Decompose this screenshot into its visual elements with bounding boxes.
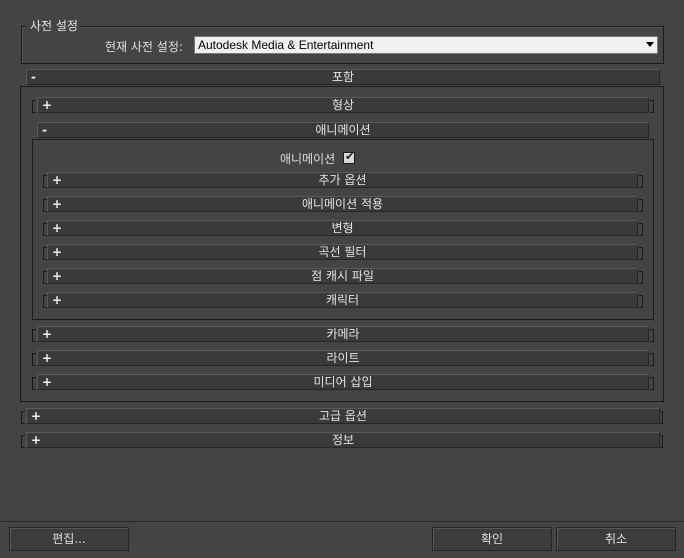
checkmark-icon: ✔ bbox=[345, 150, 355, 163]
rollout-title: 정보 bbox=[331, 433, 355, 447]
cancel-button[interactable]: 취소 bbox=[556, 527, 676, 551]
bracket-left bbox=[32, 329, 36, 342]
rollout-character[interactable]: + 캐릭터 bbox=[47, 292, 638, 308]
rollout-advanced-options[interactable]: + 고급 옵션 bbox=[26, 408, 660, 424]
rollout-embed-media[interactable]: + 미디어 삽입 bbox=[37, 374, 649, 390]
rollout-title: 곡선 필터 bbox=[318, 245, 367, 259]
chevron-down-icon[interactable] bbox=[646, 42, 654, 47]
bracket-left bbox=[32, 377, 36, 390]
rollout-bake-animation[interactable]: + 애니메이션 적용 bbox=[47, 196, 638, 212]
bracket-right bbox=[639, 175, 643, 188]
rollout-title: 포함 bbox=[331, 70, 355, 84]
rollout-point-cache-file[interactable]: + 점 캐시 파일 bbox=[47, 268, 638, 284]
rollout-title: 변형 bbox=[331, 221, 354, 235]
bracket-right bbox=[639, 223, 643, 236]
rollout-camera[interactable]: + 카메라 bbox=[37, 326, 649, 342]
bracket-left bbox=[21, 435, 25, 448]
rollout-deformations[interactable]: + 변형 bbox=[47, 220, 638, 236]
current-preset-label: 현재 사전 설정: bbox=[105, 40, 183, 54]
rollout-include[interactable]: - 포함 bbox=[26, 69, 660, 85]
rollout-curve-filters[interactable]: + 곡선 필터 bbox=[47, 244, 638, 260]
edit-button[interactable]: 편집... bbox=[9, 527, 129, 551]
rollout-title: 카메라 bbox=[326, 327, 360, 341]
bracket-right bbox=[639, 247, 643, 260]
bracket-right bbox=[650, 377, 654, 390]
bracket-right bbox=[650, 353, 654, 366]
preset-group-title: 사전 설정 bbox=[27, 17, 81, 34]
rollout-title: 라이트 bbox=[326, 351, 360, 365]
rollout-animation[interactable]: - 애니메이션 bbox=[37, 122, 649, 138]
rollout-title: 애니메이션 bbox=[315, 123, 371, 137]
bracket-left bbox=[32, 100, 36, 113]
rollout-title: 점 캐시 파일 bbox=[311, 269, 374, 283]
animation-checkbox-label: 애니메이션 bbox=[280, 152, 336, 166]
rollout-title: 형상 bbox=[331, 98, 355, 112]
bracket-left bbox=[21, 411, 25, 424]
preset-dropdown[interactable]: Autodesk Media & Entertainment bbox=[194, 36, 658, 54]
footer-separator bbox=[0, 521, 684, 522]
bracket-right bbox=[650, 329, 654, 342]
rollout-title: 추가 옵션 bbox=[318, 173, 367, 187]
bracket-right bbox=[650, 100, 654, 113]
bracket-right bbox=[639, 199, 643, 212]
bracket-left bbox=[32, 353, 36, 366]
rollout-information[interactable]: + 정보 bbox=[26, 432, 660, 448]
rollout-shape[interactable]: + 형상 bbox=[37, 97, 649, 113]
animation-checkbox[interactable]: ✔ bbox=[343, 150, 355, 164]
rollout-extra-options[interactable]: + 추가 옵션 bbox=[47, 172, 638, 188]
ok-button[interactable]: 확인 bbox=[432, 527, 552, 551]
bracket-right bbox=[639, 271, 643, 284]
preset-dropdown-value: Autodesk Media & Entertainment bbox=[198, 38, 374, 52]
rollout-title: 미디어 삽입 bbox=[313, 375, 373, 389]
rollout-title: 애니메이션 적용 bbox=[301, 197, 384, 211]
rollout-title: 캐릭터 bbox=[325, 293, 360, 307]
rollout-title: 고급 옵션 bbox=[319, 409, 367, 423]
rollout-lights[interactable]: + 라이트 bbox=[37, 350, 649, 366]
bracket-right bbox=[639, 295, 643, 308]
